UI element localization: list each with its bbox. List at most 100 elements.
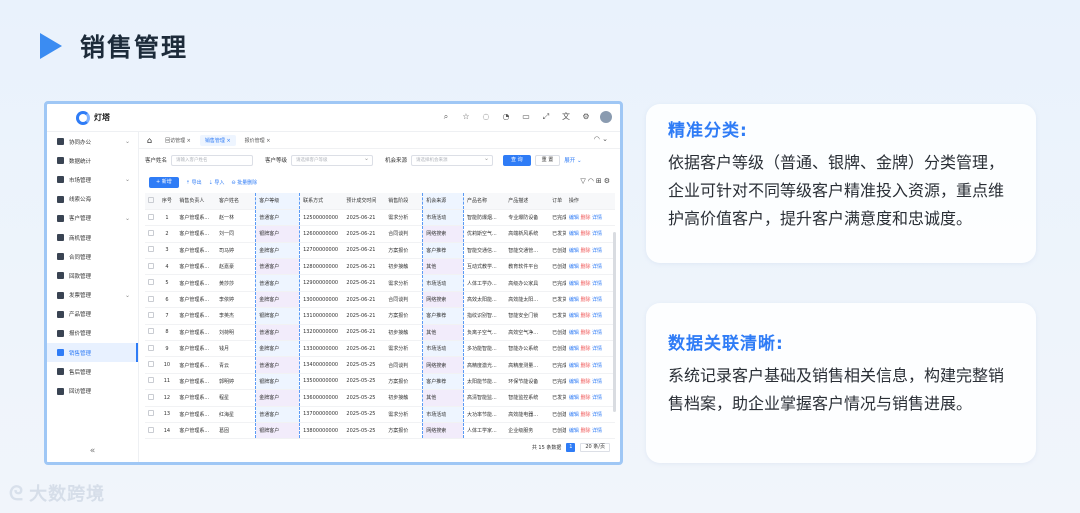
edit-button[interactable]: 编辑 xyxy=(569,330,579,336)
table-row[interactable]: 2 客户管理系... 刘一同 银牌客户 12600000000 2025-06-21 合同谈… xyxy=(145,225,615,243)
row-checkbox[interactable] xyxy=(145,242,158,260)
sidebar-item[interactable]: 销售管理 xyxy=(47,343,138,363)
row-checkbox[interactable] xyxy=(145,340,158,358)
table-row[interactable]: 8 客户管理系... 刘荷明 普通客户 13200000000 2025-06-21 初步接… xyxy=(145,324,615,342)
table-row[interactable]: 11 客户管理系... 郭明婷 银牌客户 13500000000 2025-05-25 方案… xyxy=(145,373,615,391)
source-select[interactable]: 请选择机会来源 xyxy=(411,154,494,166)
detail-button[interactable]: 详情 xyxy=(592,281,602,287)
sidebar-item[interactable]: 报价管理 xyxy=(47,324,138,343)
delete-button[interactable]: 删除 xyxy=(580,297,590,303)
detail-button[interactable]: 详情 xyxy=(592,363,602,369)
row-checkbox[interactable] xyxy=(145,307,158,325)
sidebar-item[interactable]: 线索公海 xyxy=(47,190,138,209)
delete-button[interactable]: 删除 xyxy=(580,330,590,336)
row-checkbox[interactable] xyxy=(145,209,158,227)
sidebar-item[interactable]: 协同办公 ⌄ xyxy=(47,132,138,151)
sidebar-item[interactable]: 回款管理 xyxy=(47,266,138,285)
row-checkbox[interactable] xyxy=(145,406,158,423)
app-logo[interactable]: 灯塔 xyxy=(47,110,139,125)
detail-button[interactable]: 详情 xyxy=(592,346,602,352)
delete-button[interactable]: 删除 xyxy=(580,281,590,287)
search-icon[interactable]: ⌕ xyxy=(440,111,452,123)
row-checkbox[interactable] xyxy=(145,373,158,391)
reset-button[interactable]: 重 置 xyxy=(534,154,561,166)
query-button[interactable]: 查 询 xyxy=(503,154,531,166)
table-scrollbar[interactable] xyxy=(613,232,616,412)
add-button[interactable]: + 新增 xyxy=(149,176,179,188)
edit-button[interactable]: 编辑 xyxy=(569,395,579,401)
detail-button[interactable]: 详情 xyxy=(592,395,602,401)
tab-sales[interactable]: 销售管理 × xyxy=(199,134,236,146)
sidebar-item[interactable]: 商机管理 xyxy=(47,228,138,247)
edit-button[interactable]: 编辑 xyxy=(569,215,579,221)
bell-icon[interactable]: ◔ xyxy=(500,111,512,123)
delete-button[interactable]: 删除 xyxy=(580,428,590,434)
tab-visit[interactable]: 回访管理 × xyxy=(160,135,196,146)
table-row[interactable]: 14 客户管理系... 葛固 银牌客户 13800000000 2025-05-25 方案报… xyxy=(145,422,615,440)
table-row[interactable]: 9 客户管理系... 钱月 金牌客户 13300000000 2025-06-21 需求分析… xyxy=(145,340,615,358)
row-checkbox[interactable] xyxy=(145,291,158,309)
row-checkbox[interactable] xyxy=(145,274,158,292)
settings-icon[interactable]: ⚙ xyxy=(580,111,592,123)
delete-button[interactable]: 删除 xyxy=(580,346,590,352)
export-button[interactable]: ⇡ 导出 xyxy=(186,179,202,186)
tab-actions-icon[interactable]: ◠ ⌄ xyxy=(594,135,608,143)
delete-button[interactable]: 删除 xyxy=(580,231,590,237)
delete-button[interactable]: 删除 xyxy=(580,248,590,254)
page-size-select[interactable]: 20 条/页 xyxy=(580,443,610,452)
table-row[interactable]: 5 客户管理系... 黄莎莎 普通客户 12900000000 2025-06-21 需求分… xyxy=(145,274,615,292)
table-row[interactable]: 13 客户管理系... 红海星 普通客户 13700000000 2025-05-25 需求… xyxy=(145,406,615,423)
detail-button[interactable]: 详情 xyxy=(592,231,602,237)
table-row[interactable]: 4 客户管理系... 赵嘉豪 普通客户 12800000000 2025-06-21 初步接… xyxy=(145,258,615,276)
select-all-checkbox[interactable] xyxy=(145,193,158,210)
edit-button[interactable]: 编辑 xyxy=(569,264,579,270)
avatar[interactable] xyxy=(600,111,612,123)
detail-button[interactable]: 详情 xyxy=(592,330,602,336)
detail-button[interactable]: 详情 xyxy=(592,297,602,303)
sidebar-item[interactable]: 合同管理 xyxy=(47,247,138,266)
detail-button[interactable]: 详情 xyxy=(592,215,602,221)
detail-button[interactable]: 详情 xyxy=(592,264,602,270)
detail-button[interactable]: 详情 xyxy=(592,313,602,319)
fullscreen-icon[interactable]: ⤢ xyxy=(540,111,552,123)
edit-button[interactable]: 编辑 xyxy=(569,248,579,254)
detail-button[interactable]: 详情 xyxy=(592,379,602,385)
customer-name-input[interactable]: 请输入客户姓名 xyxy=(171,154,254,166)
home-icon[interactable]: ⌂ xyxy=(147,136,152,145)
row-checkbox[interactable] xyxy=(145,356,158,374)
sidebar-item[interactable]: 产品管理 xyxy=(47,305,138,324)
edit-button[interactable]: 编辑 xyxy=(569,363,579,369)
sidebar-item[interactable]: 数据统计 xyxy=(47,151,138,170)
delete-button[interactable]: 删除 xyxy=(580,264,590,270)
edit-button[interactable]: 编辑 xyxy=(569,281,579,287)
edit-button[interactable]: 编辑 xyxy=(569,313,579,319)
table-row[interactable]: 3 客户管理系... 司马婷 金牌客户 12700000000 2025-06-21 方案报… xyxy=(145,242,615,260)
edit-button[interactable]: 编辑 xyxy=(569,412,579,418)
tab-quote[interactable]: 报价管理 × xyxy=(240,135,276,146)
edit-button[interactable]: 编辑 xyxy=(569,231,579,237)
table-row[interactable]: 10 客户管理系... 青云 普通客户 13400000000 2025-05-25 合同谈… xyxy=(145,356,615,374)
table-row[interactable]: 1 客户管理系... 赵一林 普通客户 12500000000 2025-06-21 需求分… xyxy=(145,209,615,227)
delete-button[interactable]: 删除 xyxy=(580,395,590,401)
table-row[interactable]: 12 客户管理系... 程星 金牌客户 13600000000 2025-05-25 初步接… xyxy=(145,389,615,407)
row-checkbox[interactable] xyxy=(145,258,158,276)
document-icon[interactable]: ▭ xyxy=(520,111,532,123)
table-settings-icons[interactable]: ▽◠⊞⚙ xyxy=(580,177,612,185)
import-button[interactable]: ⇣ 导入 xyxy=(209,179,225,186)
delete-button[interactable]: 删除 xyxy=(580,215,590,221)
page-1-button[interactable]: 1 xyxy=(566,443,576,452)
sidebar-item[interactable]: 客户管理 ⌄ xyxy=(47,209,138,228)
edit-button[interactable]: 编辑 xyxy=(569,297,579,303)
edit-button[interactable]: 编辑 xyxy=(569,346,579,352)
delete-button[interactable]: 删除 xyxy=(580,313,590,319)
detail-button[interactable]: 详情 xyxy=(592,428,602,434)
customer-level-select[interactable]: 请选择客户等级 xyxy=(291,154,374,166)
table-row[interactable]: 7 客户管理系... 李英杰 银牌客户 13100000000 2025-06-21 方案报… xyxy=(145,307,615,325)
row-checkbox[interactable] xyxy=(145,225,158,243)
delete-button[interactable]: 删除 xyxy=(580,363,590,369)
detail-button[interactable]: 详情 xyxy=(592,248,602,254)
edit-button[interactable]: 编辑 xyxy=(569,379,579,385)
message-icon[interactable]: ◌ xyxy=(480,111,492,123)
row-checkbox[interactable] xyxy=(145,324,158,342)
sidebar-item[interactable]: 回访管理 xyxy=(47,381,138,400)
